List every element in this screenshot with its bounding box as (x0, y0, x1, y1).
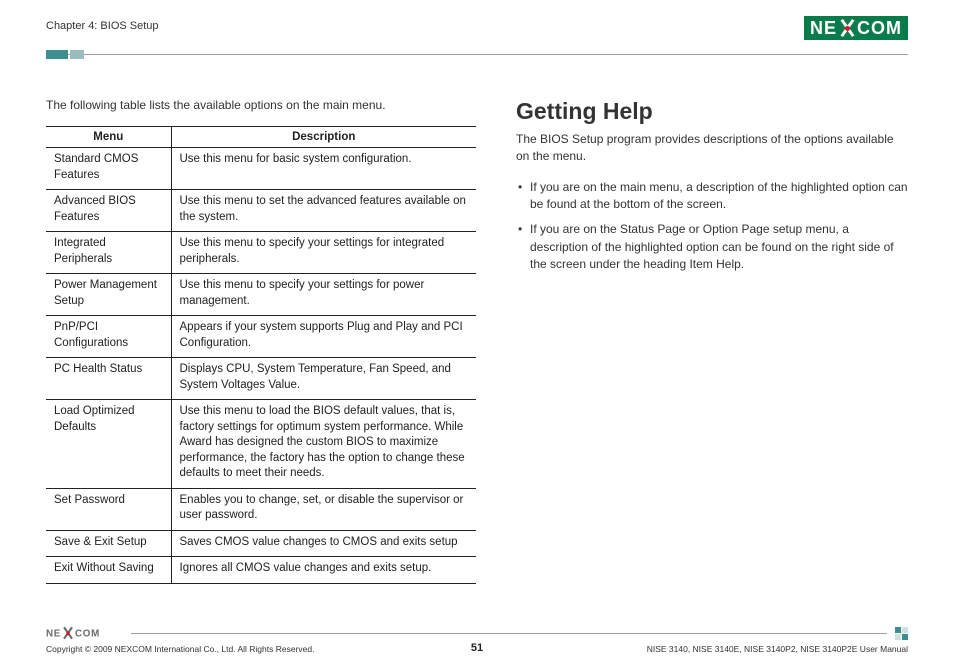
desc-cell: Saves CMOS value changes to CMOS and exi… (171, 530, 476, 557)
menu-cell: Set Password (46, 488, 171, 530)
footer-squares-icon (895, 627, 908, 640)
help-list: If you are on the main menu, a descripti… (516, 179, 908, 274)
menu-cell: Standard CMOS Features (46, 148, 171, 190)
logo-text-right: COM (857, 18, 902, 39)
section-heading: Getting Help (516, 98, 908, 125)
th-menu: Menu (46, 127, 171, 148)
footer-logo: NE COM (46, 627, 100, 640)
table-row: PnP/PCI ConfigurationsAppears if your sy… (46, 316, 476, 358)
table-row: Load Optimized DefaultsUse this menu to … (46, 400, 476, 489)
table-row: Save & Exit SetupSaves CMOS value change… (46, 530, 476, 557)
table-row: PC Health StatusDisplays CPU, System Tem… (46, 358, 476, 400)
desc-cell: Use this menu to set the advanced featur… (171, 190, 476, 232)
header-rule (46, 48, 908, 62)
doc-ref: NISE 3140, NISE 3140E, NISE 3140P2, NISE… (647, 644, 908, 654)
desc-cell: Use this menu to load the BIOS default v… (171, 400, 476, 489)
menu-cell: Save & Exit Setup (46, 530, 171, 557)
menu-cell: PnP/PCI Configurations (46, 316, 171, 358)
desc-cell: Use this menu to specify your settings f… (171, 232, 476, 274)
logo-x-icon (62, 627, 75, 640)
section-para: The BIOS Setup program provides descript… (516, 131, 908, 165)
list-item: If you are on the main menu, a descripti… (516, 179, 908, 214)
menu-cell: Exit Without Saving (46, 557, 171, 584)
table-row: Exit Without SavingIgnores all CMOS valu… (46, 557, 476, 584)
brand-logo: NE COM (804, 16, 908, 40)
desc-cell: Use this menu for basic system configura… (171, 148, 476, 190)
table-row: Advanced BIOS FeaturesUse this menu to s… (46, 190, 476, 232)
menu-cell: Advanced BIOS Features (46, 190, 171, 232)
menu-cell: PC Health Status (46, 358, 171, 400)
desc-cell: Enables you to change, set, or disable t… (171, 488, 476, 530)
table-row: Power Management SetupUse this menu to s… (46, 274, 476, 316)
menu-cell: Power Management Setup (46, 274, 171, 316)
chapter-label: Chapter 4: BIOS Setup (46, 20, 159, 32)
table-row: Standard CMOS FeaturesUse this menu for … (46, 148, 476, 190)
logo-text-left: NE (810, 18, 837, 39)
menu-cell: Load Optimized Defaults (46, 400, 171, 489)
desc-cell: Appears if your system supports Plug and… (171, 316, 476, 358)
logo-x-icon (838, 19, 856, 37)
intro-text: The following table lists the available … (46, 98, 476, 112)
table-row: Integrated PeripheralsUse this menu to s… (46, 232, 476, 274)
desc-cell: Ignores all CMOS value changes and exits… (171, 557, 476, 584)
list-item: If you are on the Status Page or Option … (516, 221, 908, 273)
th-desc: Description (171, 127, 476, 148)
desc-cell: Displays CPU, System Temperature, Fan Sp… (171, 358, 476, 400)
copyright: Copyright © 2009 NEXCOM International Co… (46, 644, 314, 654)
page-number: 51 (471, 642, 483, 654)
menu-table: Menu Description Standard CMOS FeaturesU… (46, 126, 476, 584)
desc-cell: Use this menu to specify your settings f… (171, 274, 476, 316)
table-row: Set PasswordEnables you to change, set, … (46, 488, 476, 530)
menu-cell: Integrated Peripherals (46, 232, 171, 274)
